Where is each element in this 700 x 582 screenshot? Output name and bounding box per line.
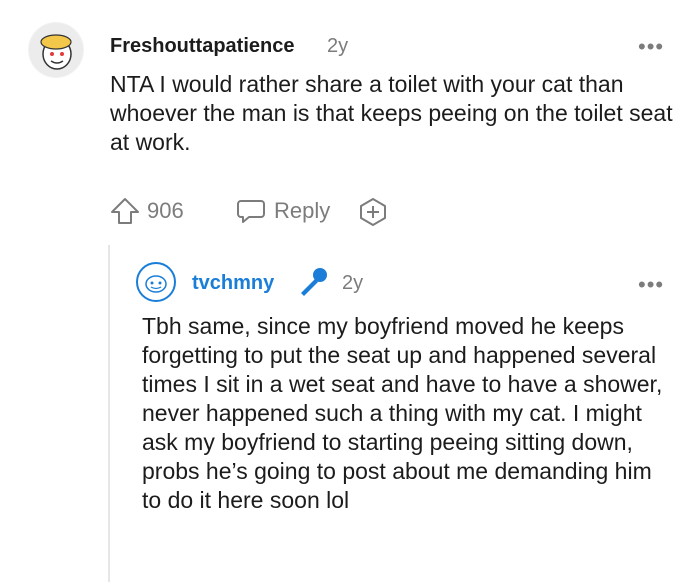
avatar[interactable] (28, 22, 84, 78)
reply-avatar[interactable] (136, 262, 176, 302)
vote-count: 906 (147, 198, 184, 223)
thread-line[interactable] (108, 245, 110, 582)
upvote-button[interactable] (110, 197, 140, 225)
reply-bubble-icon (237, 200, 265, 223)
comment-username[interactable]: Freshouttapatience (110, 35, 294, 58)
reply-label: Reply (274, 198, 331, 223)
upvote-arrow-icon (111, 198, 139, 224)
comment-more-button[interactable]: ••• (638, 36, 664, 58)
microphone-icon (296, 266, 330, 303)
reddit-snoo-avatar-icon (29, 23, 83, 77)
downvote-button[interactable] (196, 197, 216, 225)
reply-more-button[interactable]: ••• (638, 274, 664, 296)
comment-age: 2y (327, 35, 349, 57)
reply-username[interactable]: tvchmny (192, 272, 274, 295)
add-award-icon (360, 198, 386, 226)
reply-age: 2y (342, 272, 364, 294)
reddit-snoo-avatar-icon (139, 265, 173, 299)
reply-button[interactable]: Reply (236, 196, 330, 226)
reply-body: Tbh same, since my boyfriend moved he ke… (142, 313, 663, 513)
comment-body: NTA I would rather share a toilet with y… (110, 71, 673, 155)
award-button[interactable] (358, 197, 388, 232)
